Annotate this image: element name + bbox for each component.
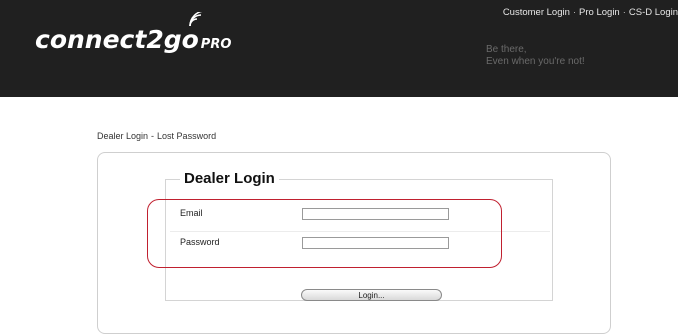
top-nav: Customer Login · Pro Login · CS-D Login: [503, 7, 678, 18]
breadcrumb-lost-password[interactable]: Lost Password: [157, 131, 216, 141]
site-logo[interactable]: connect2go PRO: [35, 25, 231, 65]
logo-text: connect2go: [35, 25, 199, 54]
nav-separator: ·: [572, 7, 577, 18]
csd-login-link[interactable]: CS-D Login: [629, 7, 678, 18]
tagline-line1: Be there,: [486, 44, 527, 55]
logo-suffix: PRO: [200, 37, 232, 52]
tagline-line2: Even when you're not!: [486, 56, 585, 67]
site-header: connect2go PRO Customer Login · Pro Login ·…: [0, 0, 678, 97]
highlight-annotation: [147, 199, 502, 268]
breadcrumb-dealer-login[interactable]: Dealer Login: [97, 131, 148, 141]
wifi-signal-icon: [189, 12, 203, 27]
breadcrumb-separator: -: [151, 131, 155, 141]
nav-separator: ·: [622, 7, 626, 18]
form-legend: Dealer Login: [180, 170, 279, 187]
login-button[interactable]: Login...: [301, 289, 442, 301]
breadcrumb: Dealer Login - Lost Password: [97, 131, 216, 141]
customer-login-link[interactable]: Customer Login: [503, 7, 570, 18]
tagline: Be there, Even when you're not!: [486, 44, 585, 68]
pro-login-link[interactable]: Pro Login: [579, 7, 620, 18]
